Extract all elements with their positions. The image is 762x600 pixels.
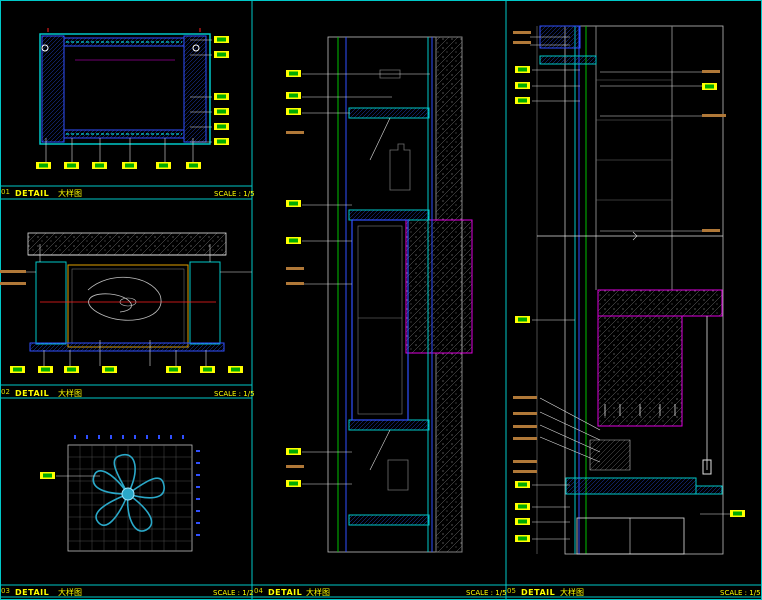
panel-02-scale: SCALE : 1/5	[214, 390, 255, 398]
panel-05-title: DETAIL	[521, 588, 556, 597]
panel-05-scale: SCALE : 1/5	[720, 589, 761, 597]
detail-05-drawing	[513, 25, 745, 555]
panel-02-subtitle: 大样图	[58, 389, 82, 398]
detail-02-drawing	[0, 232, 252, 373]
panel-03-title: DETAIL	[15, 588, 50, 597]
panel-04-subtitle: 大样图	[306, 588, 330, 597]
panel-03-scale: SCALE : 1/2	[213, 589, 254, 597]
panel-01-title: DETAIL	[15, 189, 50, 198]
panel-05-subtitle: 大样图	[560, 588, 584, 597]
detail-03-drawing	[40, 435, 200, 552]
panel-05-number: 05	[507, 587, 516, 595]
panel-01-number: 01	[1, 188, 10, 196]
detail-04-drawing	[286, 36, 473, 553]
panel-04-title: DETAIL	[268, 588, 303, 597]
panel-02-number: 02	[1, 388, 10, 396]
panel-01-subtitle: 大样图	[58, 189, 82, 198]
detail-01-drawing	[36, 28, 229, 169]
panel-02-title: DETAIL	[15, 389, 50, 398]
panel-04-number: 04	[254, 587, 263, 595]
panel-03-subtitle: 大样图	[58, 588, 82, 597]
panel-03-number: 03	[1, 587, 10, 595]
cad-drawing-sheet	[0, 0, 762, 600]
panel-01-scale: SCALE : 1/5	[214, 190, 255, 198]
panel-04-scale: SCALE : 1/5	[466, 589, 507, 597]
